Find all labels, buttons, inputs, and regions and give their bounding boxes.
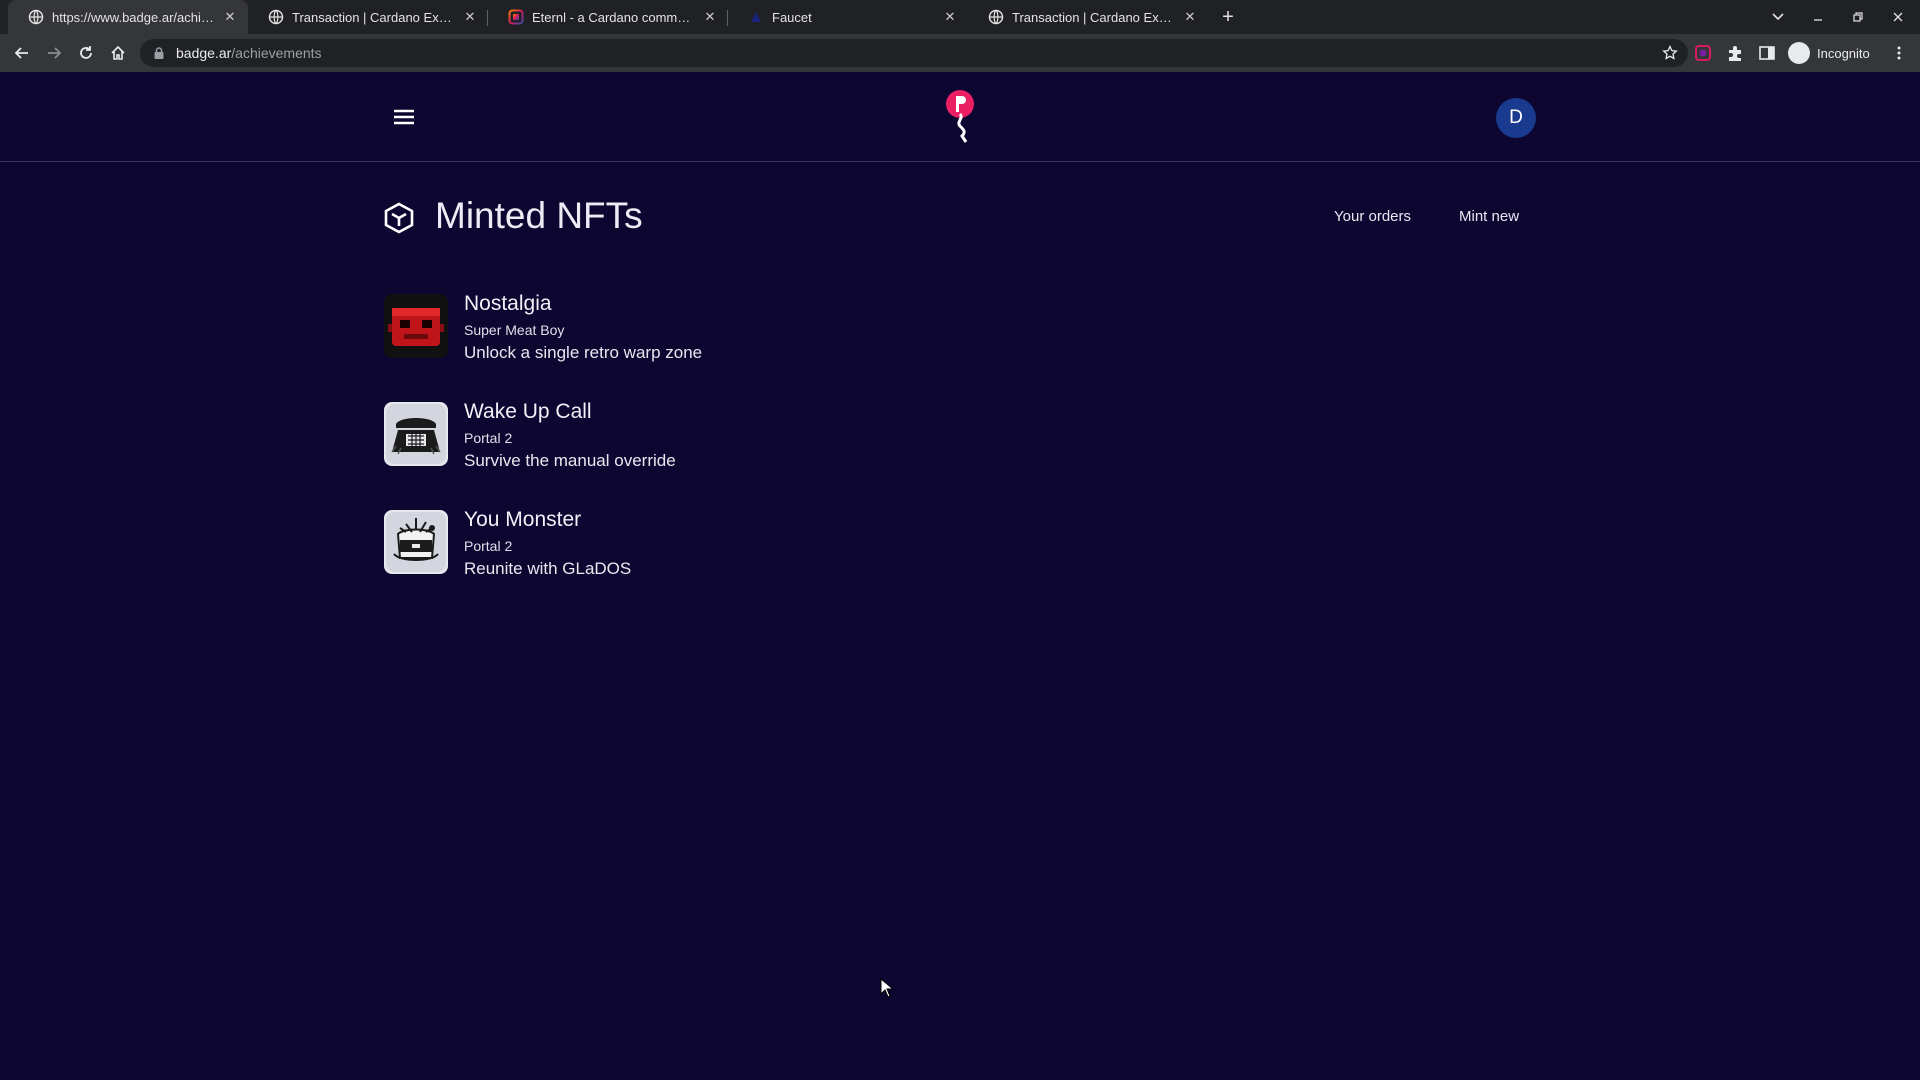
hamburger-menu-icon[interactable] bbox=[392, 107, 416, 127]
tab-close-icon[interactable]: ✕ bbox=[1182, 9, 1198, 25]
your-orders-link[interactable]: Your orders bbox=[1334, 208, 1411, 225]
mouse-cursor-icon bbox=[880, 978, 894, 998]
kebab-menu-icon[interactable] bbox=[1890, 44, 1908, 62]
tab-title: Transaction | Cardano Explorer bbox=[292, 9, 456, 25]
list-item[interactable]: You Monster Portal 2 Reunite with GLaDOS bbox=[384, 508, 1184, 616]
browser-toolbar: badge.ar/achievements Incognito bbox=[0, 34, 1920, 72]
meat-boy-icon bbox=[384, 294, 448, 358]
chevron-down-icon bbox=[1772, 13, 1784, 21]
url-host: badge.ar bbox=[176, 45, 232, 61]
home-button[interactable] bbox=[106, 41, 130, 65]
app-header: D bbox=[0, 72, 1920, 162]
glados-icon bbox=[384, 510, 448, 574]
nft-name: You Monster bbox=[464, 508, 582, 531]
tab-close-icon[interactable]: ✕ bbox=[222, 9, 238, 25]
url-path: /achievements bbox=[231, 45, 322, 61]
page-title-row: Minted NFTs Your orders Mint new bbox=[384, 192, 1536, 242]
restore-button[interactable] bbox=[1838, 0, 1878, 34]
minimize-icon bbox=[1814, 19, 1822, 21]
globe-icon bbox=[268, 9, 284, 25]
nft-list: Nostalgia Super Meat Boy Unlock a single… bbox=[384, 292, 1184, 616]
list-item[interactable]: Nostalgia Super Meat Boy Unlock a single… bbox=[384, 292, 1184, 400]
mint-new-link[interactable]: Mint new bbox=[1459, 208, 1519, 225]
arrow-left-icon bbox=[14, 47, 28, 59]
page-title: Minted NFTs bbox=[435, 195, 643, 236]
globe-icon bbox=[988, 9, 1004, 25]
eternl-icon bbox=[508, 9, 524, 25]
back-button[interactable] bbox=[10, 41, 34, 65]
nft-game: Super Meat Boy bbox=[464, 322, 565, 338]
faucet-icon bbox=[751, 12, 761, 22]
tab-title: Transaction | Cardano Explorer bbox=[1012, 9, 1176, 25]
new-tab-button[interactable]: + bbox=[1216, 5, 1240, 29]
browser-tab[interactable]: Transaction | Cardano Explorer ✕ bbox=[968, 0, 1208, 34]
reload-icon bbox=[80, 46, 92, 59]
side-panel-icon[interactable] bbox=[1758, 44, 1776, 62]
incognito-icon bbox=[1788, 42, 1810, 64]
browser-tab-bar: https://www.badge.ar/achievements ✕ Tran… bbox=[0, 0, 1920, 34]
close-window-button[interactable] bbox=[1878, 0, 1918, 34]
nft-description: Unlock a single retro warp zone bbox=[464, 343, 703, 362]
incognito-indicator[interactable]: Incognito bbox=[1788, 42, 1870, 64]
browser-tab[interactable]: Transaction | Cardano Explorer ✕ bbox=[248, 0, 488, 34]
lock-icon bbox=[154, 47, 164, 59]
tab-title: https://www.badge.ar/achievements bbox=[52, 9, 216, 25]
nft-description: Reunite with GLaDOS bbox=[464, 559, 632, 578]
bookmark-star-icon[interactable] bbox=[1662, 45, 1678, 61]
tab-search-button[interactable] bbox=[1758, 0, 1798, 34]
url-text: badge.ar/achievements bbox=[176, 45, 322, 61]
browser-tab[interactable]: Eternl - a Cardano community wallet ✕ bbox=[488, 0, 728, 34]
tab-close-icon[interactable]: ✕ bbox=[942, 9, 958, 25]
profile-label: Incognito bbox=[1817, 45, 1870, 61]
forward-button[interactable] bbox=[42, 41, 66, 65]
avatar[interactable]: D bbox=[1496, 98, 1536, 138]
tab-close-icon[interactable]: ✕ bbox=[702, 9, 718, 25]
browser-tab[interactable]: https://www.badge.ar/achievements ✕ bbox=[8, 0, 248, 34]
globe-icon bbox=[28, 9, 44, 25]
browser-tab[interactable]: Faucet ✕ bbox=[728, 0, 968, 34]
minimize-button[interactable] bbox=[1798, 0, 1838, 34]
puzzle-icon[interactable] bbox=[1726, 44, 1744, 62]
cube-icon bbox=[384, 202, 414, 234]
nft-description: Survive the manual override bbox=[464, 451, 676, 470]
tab-close-icon[interactable]: ✕ bbox=[462, 9, 478, 25]
nft-name: Wake Up Call bbox=[464, 400, 592, 423]
restore-icon bbox=[1853, 12, 1863, 22]
tab-title: Faucet bbox=[772, 9, 812, 25]
nft-thumbnail bbox=[384, 294, 448, 358]
nft-thumbnail bbox=[384, 510, 448, 574]
telephone-icon bbox=[384, 402, 448, 466]
nft-game: Portal 2 bbox=[464, 538, 513, 554]
nft-thumbnail bbox=[384, 402, 448, 466]
close-icon bbox=[1893, 12, 1903, 22]
tab-title: Eternl - a Cardano community wallet bbox=[532, 9, 696, 25]
arrow-right-icon bbox=[48, 47, 62, 59]
badge-logo[interactable] bbox=[942, 88, 978, 148]
list-item[interactable]: Wake Up Call Portal 2 Survive the manual… bbox=[384, 400, 1184, 508]
reload-button[interactable] bbox=[74, 41, 98, 65]
extension-icon[interactable] bbox=[1694, 44, 1712, 62]
address-bar[interactable]: badge.ar/achievements bbox=[140, 39, 1688, 67]
nft-game: Portal 2 bbox=[464, 430, 513, 446]
home-icon bbox=[111, 45, 125, 60]
nft-name: Nostalgia bbox=[464, 292, 552, 315]
